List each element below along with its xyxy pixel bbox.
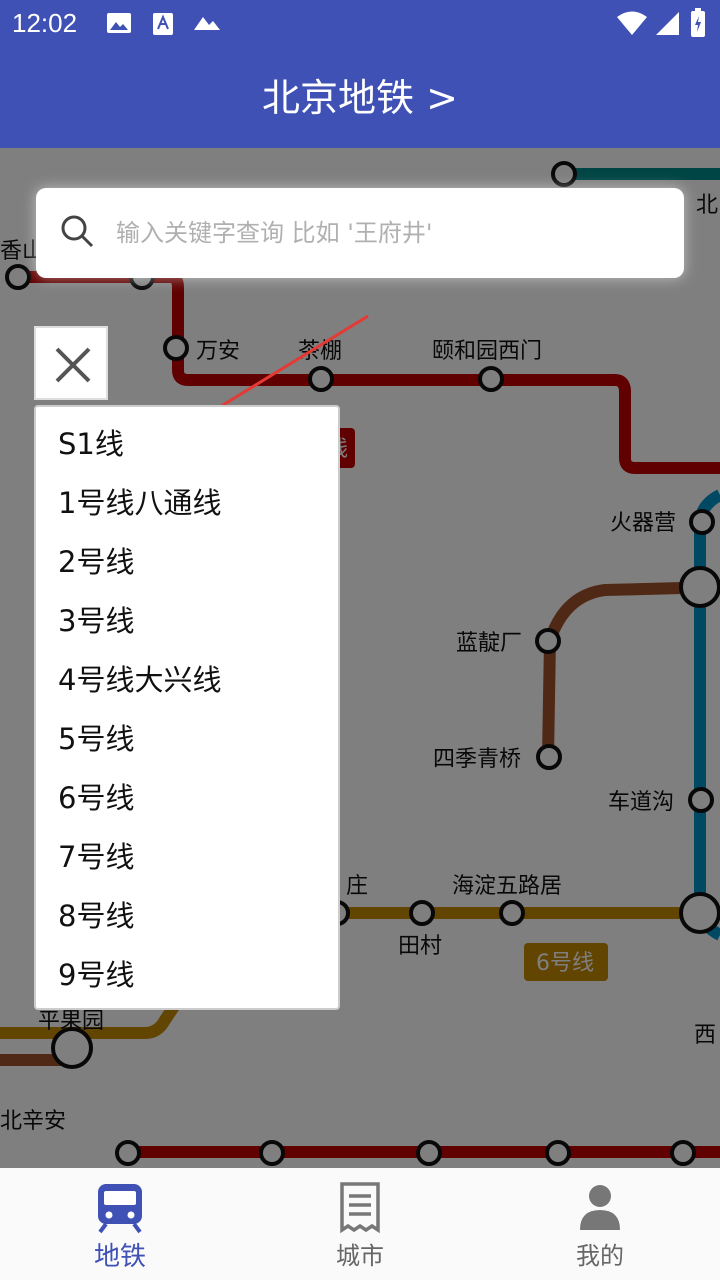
search-box[interactable]	[36, 188, 684, 278]
receipt-icon	[340, 1182, 380, 1234]
bottom-nav: 地铁 城市 我的	[0, 1168, 720, 1280]
line-item[interactable]: 1号线八通线	[36, 474, 338, 533]
tab-label: 地铁	[93, 1242, 146, 1272]
search-input[interactable]	[116, 208, 656, 258]
line-item[interactable]: 6号线	[36, 769, 338, 828]
close-icon	[55, 347, 91, 383]
tab-label: 我的	[576, 1242, 624, 1270]
line-item[interactable]: 5号线	[36, 710, 338, 769]
tab-city[interactable]: 城市	[240, 1168, 480, 1280]
line-item[interactable]: 4号线大兴线	[36, 651, 338, 710]
line-item[interactable]: 2号线	[36, 533, 338, 592]
person-icon	[580, 1185, 620, 1230]
line-item[interactable]: S1线	[36, 415, 338, 474]
line-item[interactable]: 3号线	[36, 592, 338, 651]
line-list: S1线 1号线八通线 2号线 3号线 4号线大兴线 5号线 6号线 7号线 8号…	[34, 405, 340, 1010]
close-button[interactable]	[34, 326, 108, 400]
line-item[interactable]: 9号线	[36, 946, 338, 1005]
metro-icon	[98, 1184, 142, 1234]
search-icon	[61, 215, 94, 248]
tab-metro[interactable]: 地铁	[0, 1168, 240, 1280]
tab-label: 城市	[336, 1242, 384, 1270]
line-item[interactable]: 8号线	[36, 887, 338, 946]
line-item[interactable]: 7号线	[36, 828, 338, 887]
tab-me[interactable]: 我的	[480, 1168, 720, 1280]
